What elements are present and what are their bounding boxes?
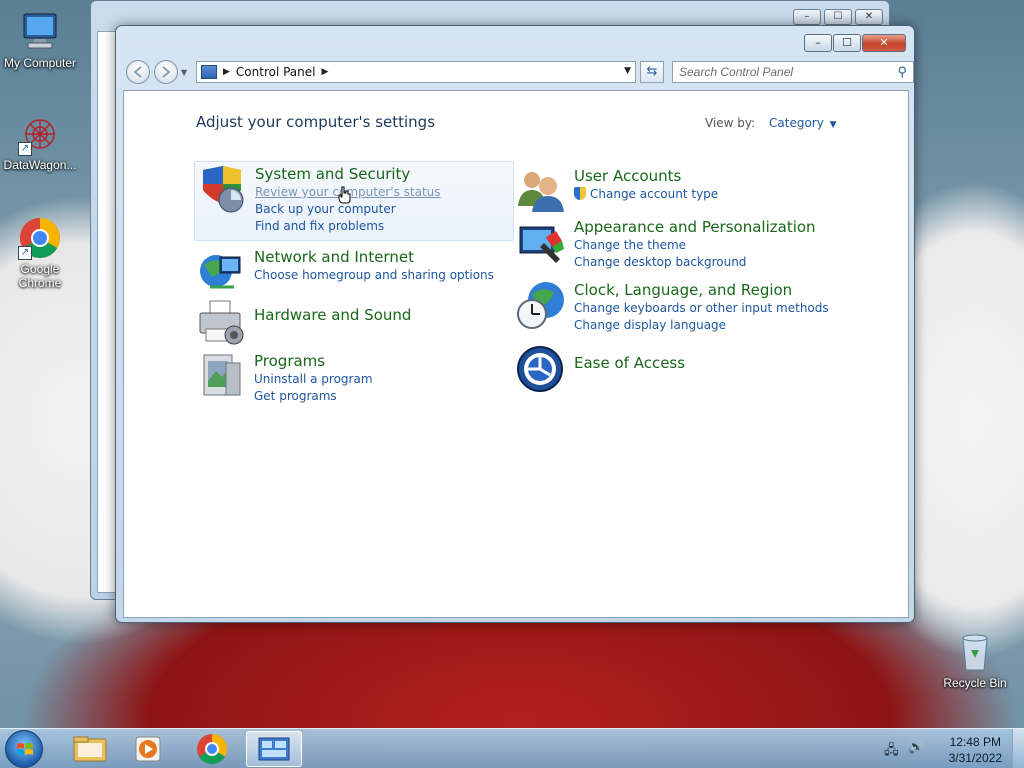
category-title[interactable]: User Accounts <box>574 166 718 186</box>
printer-icon <box>196 299 246 349</box>
desktop-icon-label: My Computer <box>3 56 77 70</box>
category-link-with-shield[interactable]: Change account type <box>574 186 718 203</box>
uac-shield-icon <box>574 187 586 200</box>
taskbar-media-player-button[interactable] <box>120 731 176 767</box>
view-by-dropdown[interactable]: Category <box>769 116 824 130</box>
arrow-left-icon <box>133 66 142 78</box>
minimize-button[interactable]: – <box>793 9 821 25</box>
network-icon[interactable]: 🖧 <box>884 741 899 763</box>
start-button[interactable] <box>5 730 43 768</box>
desktop-icon-label: Google Chrome <box>18 262 62 290</box>
show-desktop-button[interactable] <box>1012 729 1024 768</box>
category-title[interactable]: Appearance and Personalization <box>574 217 816 237</box>
taskbar-clock[interactable]: 12:48 PM 3/31/2022 <box>949 734 1002 766</box>
taskbar: 🖧 🔊 12:48 PM 3/31/2022 <box>0 728 1024 768</box>
ease-of-access-icon <box>516 345 566 395</box>
window-controls: – ☐ ✕ <box>803 34 906 52</box>
category-link[interactable]: Change the theme <box>574 237 816 254</box>
category-title[interactable]: Programs <box>254 351 373 371</box>
desktop-icon-datawagon[interactable]: ↗ DataWagon... <box>0 112 80 172</box>
volume-icon[interactable]: 🔊 <box>908 740 924 755</box>
clock-time: 12:48 PM <box>949 735 1001 749</box>
user-accounts-icon <box>516 166 566 216</box>
category-clock-language-and-region[interactable]: Clock, Language, and Region Change keybo… <box>516 280 829 334</box>
address-dropdown-icon[interactable]: ▼ <box>624 66 631 76</box>
address-bar[interactable]: ▶ Control Panel ▶ ▼ <box>196 61 636 83</box>
datawagon-icon: ↗ <box>18 112 62 156</box>
category-title[interactable]: Hardware and Sound <box>254 305 411 325</box>
recent-pages-dropdown[interactable]: ▼ <box>181 68 187 77</box>
breadcrumb-arrow-icon[interactable]: ▶ <box>322 67 329 77</box>
category-hardware-and-sound[interactable]: Hardware and Sound <box>196 299 411 349</box>
media-player-icon <box>135 736 161 762</box>
folder-icon <box>73 736 107 762</box>
hand-cursor-icon <box>338 186 352 204</box>
category-link[interactable]: Get programs <box>254 388 373 405</box>
desktop-icon-my-computer[interactable]: My Computer <box>0 10 80 70</box>
category-ease-of-access[interactable]: Ease of Access <box>516 345 685 395</box>
category-appearance-and-personalization[interactable]: Appearance and Personalization Change th… <box>516 217 816 271</box>
back-button[interactable] <box>126 60 150 84</box>
appearance-icon <box>516 217 566 267</box>
desktop-icon-label: Recycle Bin <box>943 676 1007 690</box>
recycle-bin-icon <box>953 630 997 674</box>
category-title[interactable]: Clock, Language, and Region <box>574 280 829 300</box>
search-placeholder: Search Control Panel <box>679 65 794 79</box>
desktop-icon-label: DataWagon... <box>3 158 77 172</box>
search-input[interactable]: Search Control Panel ⚲ <box>672 61 914 83</box>
desktop-icon-google-chrome[interactable]: ↗ Google Chrome <box>0 216 80 290</box>
clock-globe-icon <box>516 280 566 330</box>
shortcut-arrow-icon: ↗ <box>18 246 32 260</box>
chrome-icon <box>197 734 228 765</box>
category-network-and-internet[interactable]: Network and Internet Choose homegroup an… <box>196 247 494 297</box>
security-shield-icon <box>197 164 247 214</box>
content-area: Adjust your computer's settings View by:… <box>123 90 909 618</box>
chevron-down-icon[interactable]: ▼ <box>830 120 837 130</box>
refresh-button[interactable]: ⇆ <box>640 61 664 83</box>
maximize-button[interactable]: ☐ <box>824 9 852 25</box>
category-link[interactable]: Choose homegroup and sharing options <box>254 267 494 284</box>
search-icon[interactable]: ⚲ <box>897 64 907 80</box>
breadcrumb-arrow-icon[interactable]: ▶ <box>223 67 230 77</box>
view-by-label: View by: <box>705 116 756 130</box>
clock-date: 3/31/2022 <box>948 751 1002 765</box>
maximize-button[interactable]: ☐ <box>833 34 861 52</box>
arrow-right-icon <box>162 66 171 78</box>
network-globe-icon <box>196 247 246 297</box>
breadcrumb-control-panel[interactable]: Control Panel <box>236 65 316 79</box>
taskbar-explorer-button[interactable] <box>62 731 118 767</box>
category-link[interactable]: Change display language <box>574 317 829 334</box>
programs-icon <box>196 351 246 401</box>
category-link[interactable]: Change account type <box>590 187 718 201</box>
category-link[interactable]: Change keyboards or other input methods <box>574 300 829 317</box>
refresh-icon: ⇆ <box>646 64 658 79</box>
category-programs[interactable]: Programs Uninstall a program Get program… <box>196 351 373 405</box>
chrome-icon: ↗ <box>18 216 62 260</box>
windows-logo-icon <box>17 743 33 755</box>
taskbar-control-panel-button[interactable] <box>246 731 302 767</box>
control-panel-icon <box>258 737 290 761</box>
category-user-accounts[interactable]: User Accounts Change account type <box>516 166 718 216</box>
page-title: Adjust your computer's settings <box>196 113 436 131</box>
category-title[interactable]: System and Security <box>255 164 441 184</box>
view-by: View by: Category ▼ <box>705 116 837 130</box>
category-title[interactable]: Network and Internet <box>254 247 494 267</box>
category-link[interactable]: Uninstall a program <box>254 371 373 388</box>
shortcut-arrow-icon: ↗ <box>18 142 32 156</box>
close-button[interactable]: ✕ <box>862 34 906 52</box>
desktop-icon-recycle-bin[interactable]: Recycle Bin <box>935 630 1015 690</box>
category-link[interactable]: Change desktop background <box>574 254 816 271</box>
forward-button[interactable] <box>154 60 178 84</box>
taskbar-chrome-button[interactable] <box>184 731 240 767</box>
background-window-controls: – ☐ ✕ <box>790 9 883 25</box>
close-button[interactable]: ✕ <box>855 9 883 25</box>
computer-icon <box>18 10 62 54</box>
navigation-bar: ▼ ▶ Control Panel ▶ ▼ ⇆ Search Control P… <box>124 60 914 84</box>
minimize-button[interactable]: – <box>804 34 832 52</box>
category-system-and-security[interactable]: System and Security Review your computer… <box>194 161 514 241</box>
category-title[interactable]: Ease of Access <box>574 353 685 373</box>
control-panel-window[interactable]: – ☐ ✕ ▼ ▶ Control Panel ▶ ▼ ⇆ Search Con… <box>115 25 915 623</box>
control-panel-icon <box>201 65 217 79</box>
category-link[interactable]: Find and fix problems <box>255 218 441 235</box>
